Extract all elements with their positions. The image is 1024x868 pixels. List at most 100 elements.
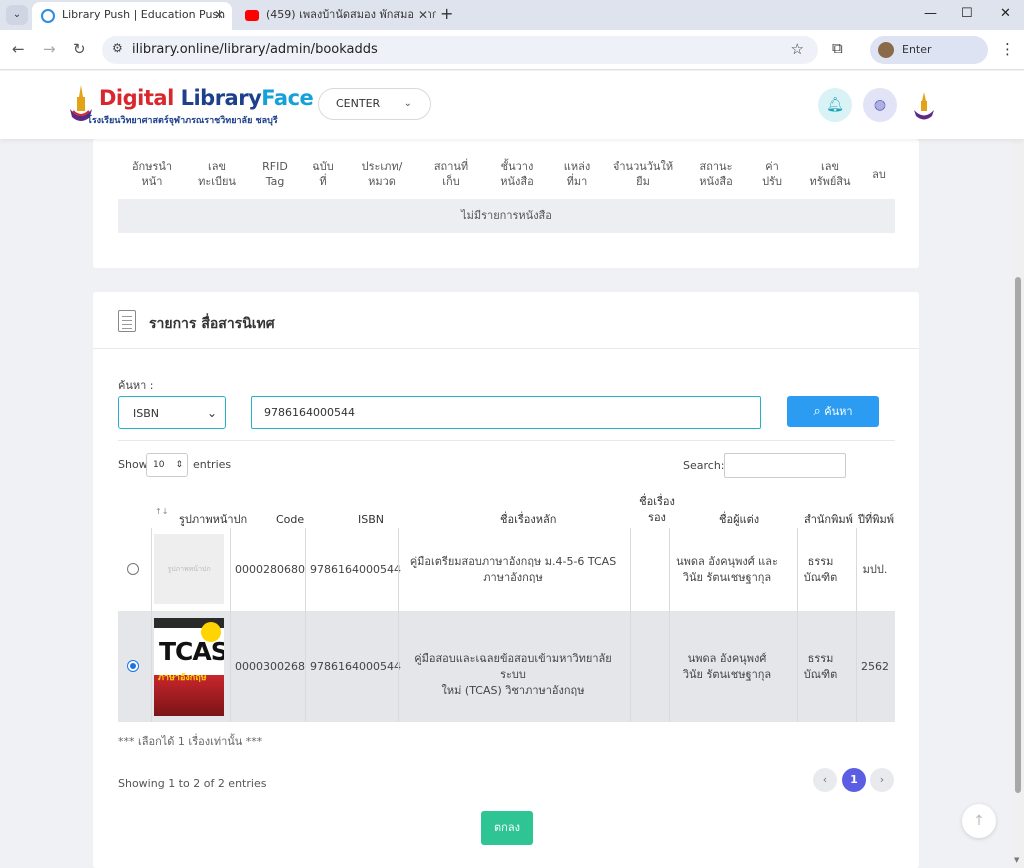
column-divider	[305, 528, 306, 722]
column-divider	[669, 528, 670, 722]
column-divider	[630, 528, 631, 722]
pagination-prev-button[interactable]: ‹	[813, 768, 837, 792]
address-bar[interactable]: ⚙ ilibrary.online/library/admin/bookadds…	[102, 36, 818, 64]
column-divider	[151, 528, 152, 722]
col-delete: ลบ	[872, 168, 886, 181]
tab-youtube[interactable]: (459) เพลงบ้านัดสมอง พักสมองจาก ✕	[236, 2, 436, 30]
col-shelf: ชั้นวาง หนังสือ	[500, 160, 534, 188]
col-loan-days: จำนวนวันให้ ยืม	[612, 160, 674, 188]
loan-items-card: อักษรนำ หน้า เลข ทะเบียน RFID Tag ฉบับ ที่ ป…	[93, 139, 919, 268]
entries-label: entries	[193, 458, 232, 471]
chevron-down-icon: ⌄	[403, 98, 412, 109]
tab-title: Library Push | Education Push	[62, 8, 226, 21]
tab-title: (459) เพลงบ้านัดสมอง พักสมองจาก	[266, 8, 436, 21]
selection-note: *** เลือกได้ 1 เรื่องเท่านั้น ***	[118, 735, 263, 748]
col-year[interactable]: ปีที่พิมพ์	[858, 512, 895, 528]
close-window-icon[interactable]: ✕	[1000, 6, 1011, 21]
col-reg-no: เลข ทะเบียน	[198, 160, 236, 188]
col-isbn[interactable]: ISBN	[358, 512, 384, 528]
year-cell: 2562	[861, 660, 889, 673]
table-info: Showing 1 to 2 of 2 entries	[118, 777, 267, 790]
title-cell: คู่มือเตรียมสอบภาษาอังกฤษ ม.4-5-6 TCAS ภา…	[409, 555, 617, 584]
panel-title: รายการ สื่อสารนิเทศ	[149, 316, 275, 332]
center-select[interactable]: CENTER ⌄	[318, 88, 431, 120]
col-cover[interactable]: รูปภาพหน้าปก	[179, 512, 247, 528]
search-field-value: ISBN	[133, 407, 160, 420]
library-favicon-icon	[41, 9, 55, 23]
tab-library-push[interactable]: Library Push | Education Push ✕	[32, 2, 232, 30]
logo-digital: Digital	[99, 86, 174, 110]
site-header: Digital LibraryFace โรงเรียนวิทยาศาสตร์จ…	[0, 71, 1024, 139]
media-search-card: รายการ สื่อสารนิเทศ ค้นหา : ISBN ⌄ 97861…	[93, 292, 919, 868]
entries-length-select[interactable]: 10 ⇕	[146, 453, 188, 477]
site-info-icon[interactable]: ⚙	[112, 41, 123, 55]
browser-menu-icon[interactable]: ⋮	[1000, 40, 1015, 58]
scrollbar-thumb[interactable]	[1015, 277, 1021, 793]
col-location: สถานที่ เก็บ	[433, 160, 469, 188]
col-prefix: อักษรนำ หน้า	[131, 160, 173, 188]
pagination-next-button[interactable]: ›	[870, 768, 894, 792]
logo-library: Library	[173, 86, 262, 110]
browser-toolbar: ← → ↻ ⚙ ilibrary.online/library/admin/bo…	[0, 30, 1024, 84]
search-field-select[interactable]: ISBN ⌄	[118, 396, 226, 429]
col-subtitle[interactable]: ชื่อเรื่อง รอง	[639, 494, 675, 526]
author-cell: นพดล อังคนุพงศ์ และ วินัย รัตนเชษฐากุล	[676, 555, 778, 584]
back-icon[interactable]: ←	[12, 40, 25, 58]
table-row[interactable]: TCAS ภาษาอังกฤษ 0000300268 9786164000544…	[118, 612, 895, 722]
select-radio[interactable]	[127, 660, 139, 672]
scroll-down-icon[interactable]: ▼	[1014, 856, 1019, 864]
pagination-page-1[interactable]: 1	[842, 768, 866, 792]
close-tab-icon[interactable]: ✕	[413, 2, 428, 28]
column-divider	[398, 528, 399, 722]
confirm-button[interactable]: ตกลง	[481, 811, 533, 845]
bell-icon[interactable]: 🔔︎	[818, 88, 852, 122]
col-asset-no: เลข ทรัพย์สิน	[809, 160, 851, 188]
close-tab-icon[interactable]: ✕	[214, 2, 224, 28]
show-label: Show	[118, 458, 148, 471]
year-cell: มปป.	[862, 563, 888, 576]
col-source: แหล่ง ที่มา	[563, 160, 591, 188]
document-icon	[118, 310, 136, 332]
author-cell: นพดล อังคนุพงศ์ วินัย รัตนเชษฐากุล	[682, 652, 772, 681]
sort-icon[interactable]: ↑↓	[155, 504, 168, 520]
school-name: โรงเรียนวิทยาศาสตร์จุฬาภรณราชวิทยาลัย ชล…	[87, 116, 278, 126]
column-divider	[856, 528, 857, 722]
url-text: ilibrary.online/library/admin/bookadds	[132, 42, 378, 57]
divider	[118, 440, 895, 441]
bookmark-star-icon[interactable]: ☆	[791, 40, 804, 58]
col-author[interactable]: ชื่อผู้แต่ง	[719, 512, 759, 528]
col-main-title[interactable]: ชื่อเรื่องหลัก	[500, 512, 556, 528]
forward-icon[interactable]: →	[43, 40, 56, 58]
col-publisher[interactable]: สำนักพิมพ์	[804, 512, 853, 528]
filter-label: Search:	[683, 459, 725, 472]
globe-icon[interactable]: ◍	[863, 88, 897, 122]
isbn-cell: 9786164000544	[310, 563, 401, 576]
tab-search-dropdown[interactable]: ⌄	[6, 5, 28, 25]
divider	[93, 348, 919, 349]
search-icon: ⌕	[813, 404, 821, 419]
stepper-icon: ⇕	[175, 460, 183, 470]
col-code[interactable]: Code	[276, 512, 304, 528]
center-select-value: CENTER	[336, 97, 381, 110]
back-to-top-icon[interactable]: ↑	[962, 804, 996, 838]
col-category: ประเภท/หมวด	[361, 160, 403, 188]
extensions-icon[interactable]: ⧉	[832, 39, 843, 57]
logo-face: Face	[261, 86, 314, 110]
site-logo-title[interactable]: Digital LibraryFace	[99, 86, 314, 110]
cover-placeholder: รูปภาพหน้าปก	[154, 534, 224, 604]
select-radio[interactable]	[127, 563, 139, 575]
search-input[interactable]: 9786164000544	[251, 396, 761, 429]
profile-avatar	[878, 42, 894, 58]
maximize-icon[interactable]: ☐	[961, 6, 973, 21]
browser-tab-strip: ⌄ Library Push | Education Push ✕ (459) …	[0, 0, 1024, 30]
new-tab-icon[interactable]: +	[440, 4, 453, 23]
cover-title: TCAS	[159, 637, 224, 666]
profile-button[interactable]: Enter passphrase	[870, 36, 988, 84]
table-row[interactable]: รูปภาพหน้าปก 0000280680 9786164000544 คู…	[118, 528, 895, 612]
table-filter-input[interactable]	[724, 453, 846, 478]
minimize-icon[interactable]: —	[924, 6, 937, 21]
code-cell: 0000280680	[235, 563, 305, 576]
school-emblem-small-icon[interactable]	[912, 91, 936, 121]
reload-icon[interactable]: ↻	[73, 40, 86, 58]
search-button[interactable]: ⌕ ค้นหา	[787, 396, 879, 427]
